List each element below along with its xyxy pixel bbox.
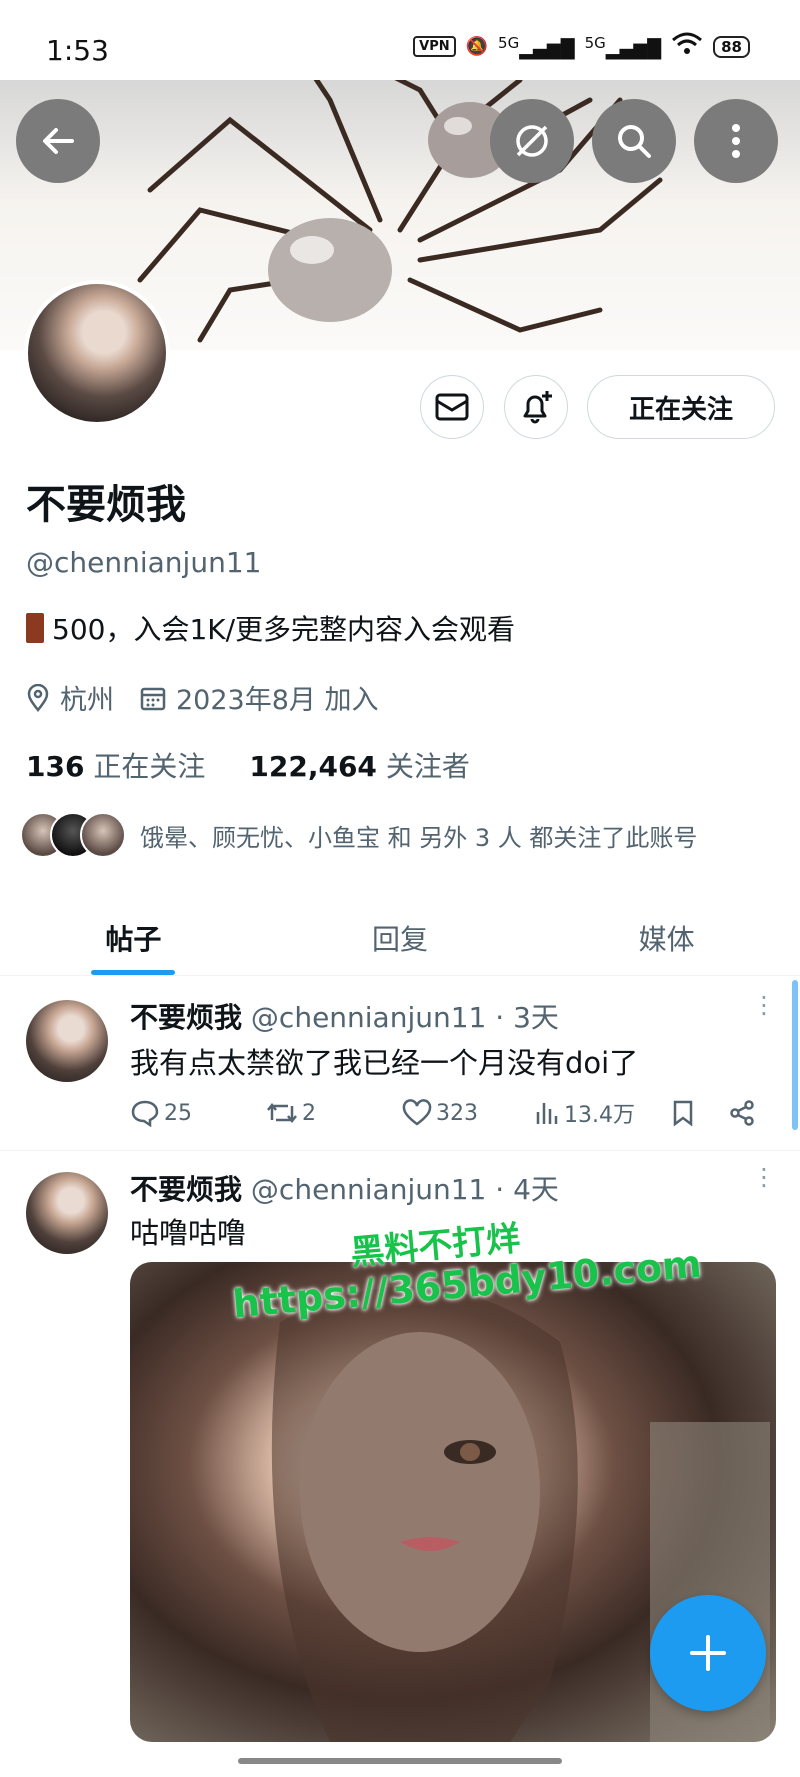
repost-button[interactable]: 2	[266, 1100, 402, 1126]
mute-icon: 🔕	[465, 36, 489, 57]
mutual-avatar	[80, 812, 126, 858]
scrollbar[interactable]	[792, 980, 798, 1130]
tab-posts[interactable]: 帖子	[0, 900, 267, 975]
profile-avatar[interactable]	[24, 280, 170, 426]
wifi-icon	[671, 32, 703, 61]
post-author[interactable]: 不要烦我	[130, 1001, 242, 1034]
profile-bio: 500，入会1K/更多完整内容入会观看	[26, 608, 515, 648]
views-button[interactable]: 13.4万	[534, 1097, 672, 1129]
door-icon	[26, 613, 44, 643]
location-text: 杭州	[60, 685, 114, 716]
bookmark-icon	[673, 1100, 693, 1127]
more-button[interactable]	[694, 99, 778, 183]
like-button[interactable]: 323	[402, 1099, 534, 1127]
post-avatar[interactable]	[26, 1172, 108, 1254]
search-button[interactable]	[592, 99, 676, 183]
status-icons: VPN 🔕 5G▂▄▆█ 5G▂▄▆█ 88	[413, 32, 750, 61]
share-button[interactable]	[728, 1099, 756, 1127]
location-icon	[27, 683, 49, 712]
home-indicator[interactable]	[238, 1758, 562, 1764]
notify-button[interactable]	[504, 375, 568, 439]
status-time: 1:53	[46, 34, 109, 67]
follow-stats: 136 正在关注 122,464 关注者	[26, 745, 470, 785]
post-time: · 3天	[495, 1001, 559, 1034]
reply-icon	[131, 1100, 159, 1127]
heart-icon	[402, 1099, 432, 1126]
followed-by[interactable]: 饿晕、顾无忧、小鱼宝 和 另外 3 人 都关注了此账号	[20, 812, 697, 858]
status-bar: 1:53 VPN 🔕 5G▂▄▆█ 5G▂▄▆█ 88	[0, 0, 800, 80]
views-chart-icon	[536, 1103, 558, 1124]
post-text: 我有点太禁欲了我已经一个月没有doi了	[130, 1046, 639, 1080]
bio-text: 500，入会1K/更多完整内容入会观看	[52, 613, 516, 646]
post-actions: 25 2 323 13.4万	[130, 1097, 760, 1129]
followers-stat[interactable]: 122,464 关注者	[249, 745, 469, 785]
bookmark-button[interactable]	[672, 1099, 728, 1127]
post-handle[interactable]: @chennianjun11	[251, 1173, 486, 1206]
post-time: · 4天	[495, 1173, 559, 1206]
grok-icon	[516, 125, 548, 157]
reply-button[interactable]: 25	[130, 1099, 266, 1127]
mail-icon	[435, 393, 469, 421]
calendar-icon	[140, 687, 166, 710]
signal-icon: 5G▂▄▆█	[498, 33, 575, 60]
profile-meta: 杭州 2023年8月 加入	[26, 678, 378, 717]
bell-plus-icon	[523, 391, 552, 424]
vpn-icon: VPN	[413, 36, 456, 57]
battery-icon: 88	[713, 35, 750, 58]
followed-by-text: 饿晕、顾无忧、小鱼宝 和 另外 3 人 都关注了此账号	[140, 823, 698, 852]
tab-media[interactable]: 媒体	[533, 900, 800, 975]
post-divider	[0, 1150, 800, 1151]
user-handle: @chennianjun11	[26, 546, 262, 579]
back-button[interactable]	[16, 99, 100, 183]
post-more-icon[interactable]: ⋮	[752, 1165, 776, 1189]
post-header: 不要烦我 @chennianjun11 · 4天	[130, 1168, 559, 1208]
following-button[interactable]: 正在关注	[587, 375, 775, 439]
joined-text: 2023年8月 加入	[176, 685, 379, 716]
message-button[interactable]	[420, 375, 484, 439]
repost-icon	[267, 1102, 297, 1124]
grok-button[interactable]	[490, 99, 574, 183]
arrow-left-icon	[43, 128, 74, 154]
post-header: 不要烦我 @chennianjun11 · 3天	[130, 996, 559, 1036]
following-stat[interactable]: 136 正在关注	[26, 745, 205, 785]
tab-replies[interactable]: 回复	[267, 900, 534, 975]
post-author[interactable]: 不要烦我	[130, 1173, 242, 1206]
display-name: 不要烦我	[26, 482, 186, 528]
more-vertical-icon	[732, 124, 740, 158]
profile-tabs: 帖子 回复 媒体	[0, 900, 800, 976]
plus-icon	[690, 1635, 726, 1671]
post-avatar[interactable]	[26, 1000, 108, 1082]
post-more-icon[interactable]: ⋮	[752, 993, 776, 1017]
signal-icon-2: 5G▂▄▆█	[584, 33, 662, 60]
share-icon	[730, 1100, 754, 1126]
post-text: 咕噜咕噜	[130, 1216, 247, 1250]
search-icon	[618, 125, 651, 158]
compose-button[interactable]	[650, 1595, 766, 1711]
post-handle[interactable]: @chennianjun11	[251, 1001, 486, 1034]
